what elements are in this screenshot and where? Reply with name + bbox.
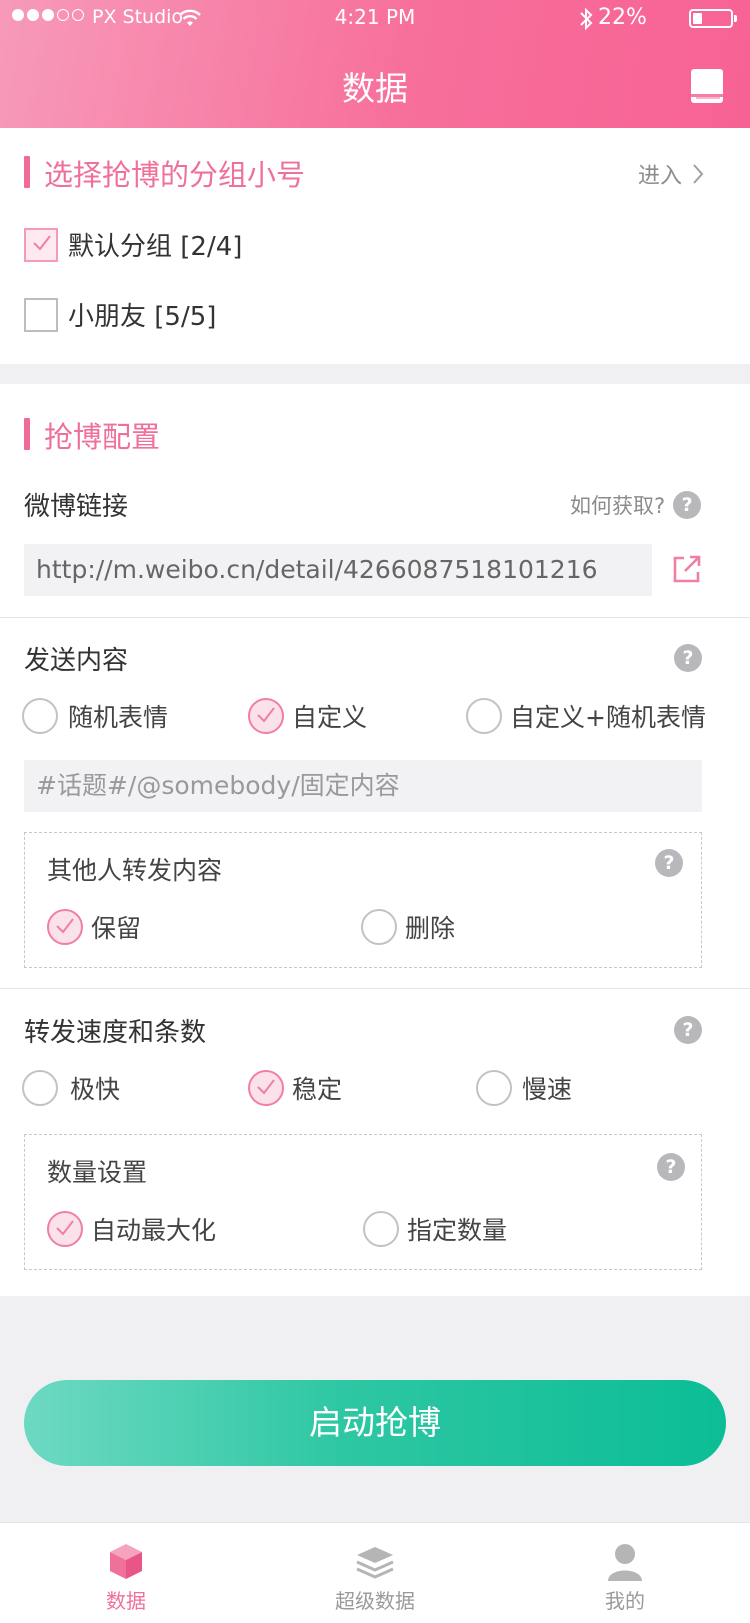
- radio-unselected[interactable]: [22, 698, 58, 734]
- section-marker: [24, 418, 30, 450]
- radio-stable[interactable]: 稳定: [248, 1070, 342, 1106]
- layers-icon: [356, 1547, 394, 1579]
- section-marker: [24, 156, 30, 188]
- check-icon: [257, 1079, 275, 1095]
- divider: [0, 988, 750, 989]
- radio-unselected[interactable]: [476, 1070, 512, 1106]
- radio-auto-max[interactable]: 自动最大化: [47, 1211, 216, 1247]
- radio-selected[interactable]: [248, 1070, 284, 1106]
- group-section-title: 选择抢博的分组小号: [44, 158, 306, 192]
- book-icon[interactable]: [689, 67, 725, 105]
- radio-label: 删除: [405, 914, 456, 943]
- help-icon[interactable]: ?: [655, 849, 683, 877]
- radio-unselected[interactable]: [363, 1211, 399, 1247]
- radio-label: 保留: [91, 914, 142, 943]
- quantity-label: 数量设置: [47, 1158, 148, 1187]
- tab-data[interactable]: 数据: [66, 1541, 186, 1614]
- battery-icon: [689, 9, 737, 28]
- how-to-get-label: 如何获取?: [570, 494, 666, 518]
- radio-label: 极快: [70, 1075, 121, 1104]
- radio-random-emoji[interactable]: 随机表情: [22, 698, 168, 734]
- group-section: 选择抢博的分组小号 进入 默认分组 [2/4] 小朋友 [5/5]: [0, 128, 750, 364]
- enter-label: 进入: [638, 164, 683, 189]
- radio-label: 自定义: [292, 703, 368, 732]
- help-icon[interactable]: ?: [673, 491, 702, 519]
- radio-label: 稳定: [292, 1075, 343, 1104]
- user-icon: [608, 1544, 642, 1581]
- config-section: 抢博配置 微博链接 如何获取? ? http://m.weibo.cn/deta…: [0, 384, 750, 1296]
- send-content-label: 发送内容: [24, 646, 129, 676]
- group-label: 默认分组 [2/4]: [68, 232, 243, 262]
- bluetooth-icon: [580, 7, 593, 31]
- tab-bar: 数据 超级数据 我的: [0, 1522, 750, 1623]
- radio-label: 自动最大化: [91, 1216, 217, 1245]
- group-label: 小朋友 [5/5]: [68, 302, 217, 332]
- radio-very-fast[interactable]: 极快: [22, 1070, 120, 1106]
- radio-keep[interactable]: 保留: [47, 909, 141, 945]
- radio-custom-random[interactable]: 自定义+随机表情: [466, 698, 706, 734]
- help-icon[interactable]: ?: [657, 1153, 685, 1181]
- radio-label: 自定义+随机表情: [510, 703, 706, 732]
- check-icon: [56, 1220, 74, 1236]
- tab-mine[interactable]: 我的: [565, 1541, 685, 1614]
- tab-label: 我的: [605, 1589, 645, 1613]
- others-repost-label: 其他人转发内容: [47, 856, 223, 885]
- chevron-right-icon: [693, 164, 704, 184]
- cube-icon: [110, 1544, 142, 1579]
- radio-slow[interactable]: 慢速: [476, 1070, 572, 1106]
- enter-link[interactable]: 进入: [638, 158, 704, 190]
- header: PX Studio 4:21 PM 22% 数据: [0, 0, 750, 128]
- quantity-box: 数量设置 ? 自动最大化 指定数量: [24, 1134, 702, 1270]
- battery-percent: 22%: [598, 5, 647, 30]
- group-option-default[interactable]: 默认分组 [2/4]: [24, 226, 242, 263]
- start-button[interactable]: 启动抢博: [24, 1380, 726, 1466]
- weibo-link-input[interactable]: http://m.weibo.cn/detail/426608751810121…: [24, 544, 652, 596]
- check-icon: [257, 707, 275, 723]
- custom-content-input[interactable]: #话题#/@somebody/固定内容: [24, 760, 702, 812]
- checkbox-checked[interactable]: [24, 227, 58, 262]
- divider: [0, 617, 750, 618]
- status-bar: PX Studio 4:21 PM 22%: [0, 0, 750, 38]
- group-option-kids[interactable]: 小朋友 [5/5]: [24, 296, 216, 333]
- radio-label: 指定数量: [407, 1216, 508, 1245]
- help-icon[interactable]: ?: [674, 1016, 702, 1044]
- check-icon: [33, 234, 51, 251]
- radio-selected[interactable]: [47, 909, 83, 945]
- radio-delete[interactable]: 删除: [361, 909, 455, 945]
- radio-unselected[interactable]: [361, 909, 397, 945]
- radio-custom[interactable]: 自定义: [248, 698, 367, 734]
- page-title: 数据: [342, 69, 408, 108]
- radio-specified-count[interactable]: 指定数量: [363, 1211, 507, 1247]
- checkbox-unchecked[interactable]: [24, 297, 58, 332]
- radio-unselected[interactable]: [22, 1070, 58, 1106]
- others-repost-box: 其他人转发内容 ? 保留 删除: [24, 832, 702, 968]
- speed-label: 转发速度和条数: [24, 1018, 207, 1048]
- radio-unselected[interactable]: [466, 698, 502, 734]
- radio-label: 慢速: [522, 1075, 573, 1104]
- tab-label: 数据: [106, 1589, 146, 1613]
- weibo-link-label: 微博链接: [24, 492, 129, 522]
- radio-selected[interactable]: [47, 1211, 83, 1247]
- help-icon[interactable]: ?: [674, 644, 702, 672]
- tab-label: 超级数据: [335, 1589, 415, 1613]
- how-to-get-link[interactable]: 如何获取? ?: [570, 490, 702, 520]
- check-icon: [56, 918, 74, 934]
- tab-super-data[interactable]: 超级数据: [315, 1541, 435, 1614]
- radio-label: 随机表情: [68, 703, 169, 732]
- config-section-title: 抢博配置: [44, 420, 161, 454]
- radio-selected[interactable]: [248, 698, 284, 734]
- external-link-icon[interactable]: [672, 554, 702, 584]
